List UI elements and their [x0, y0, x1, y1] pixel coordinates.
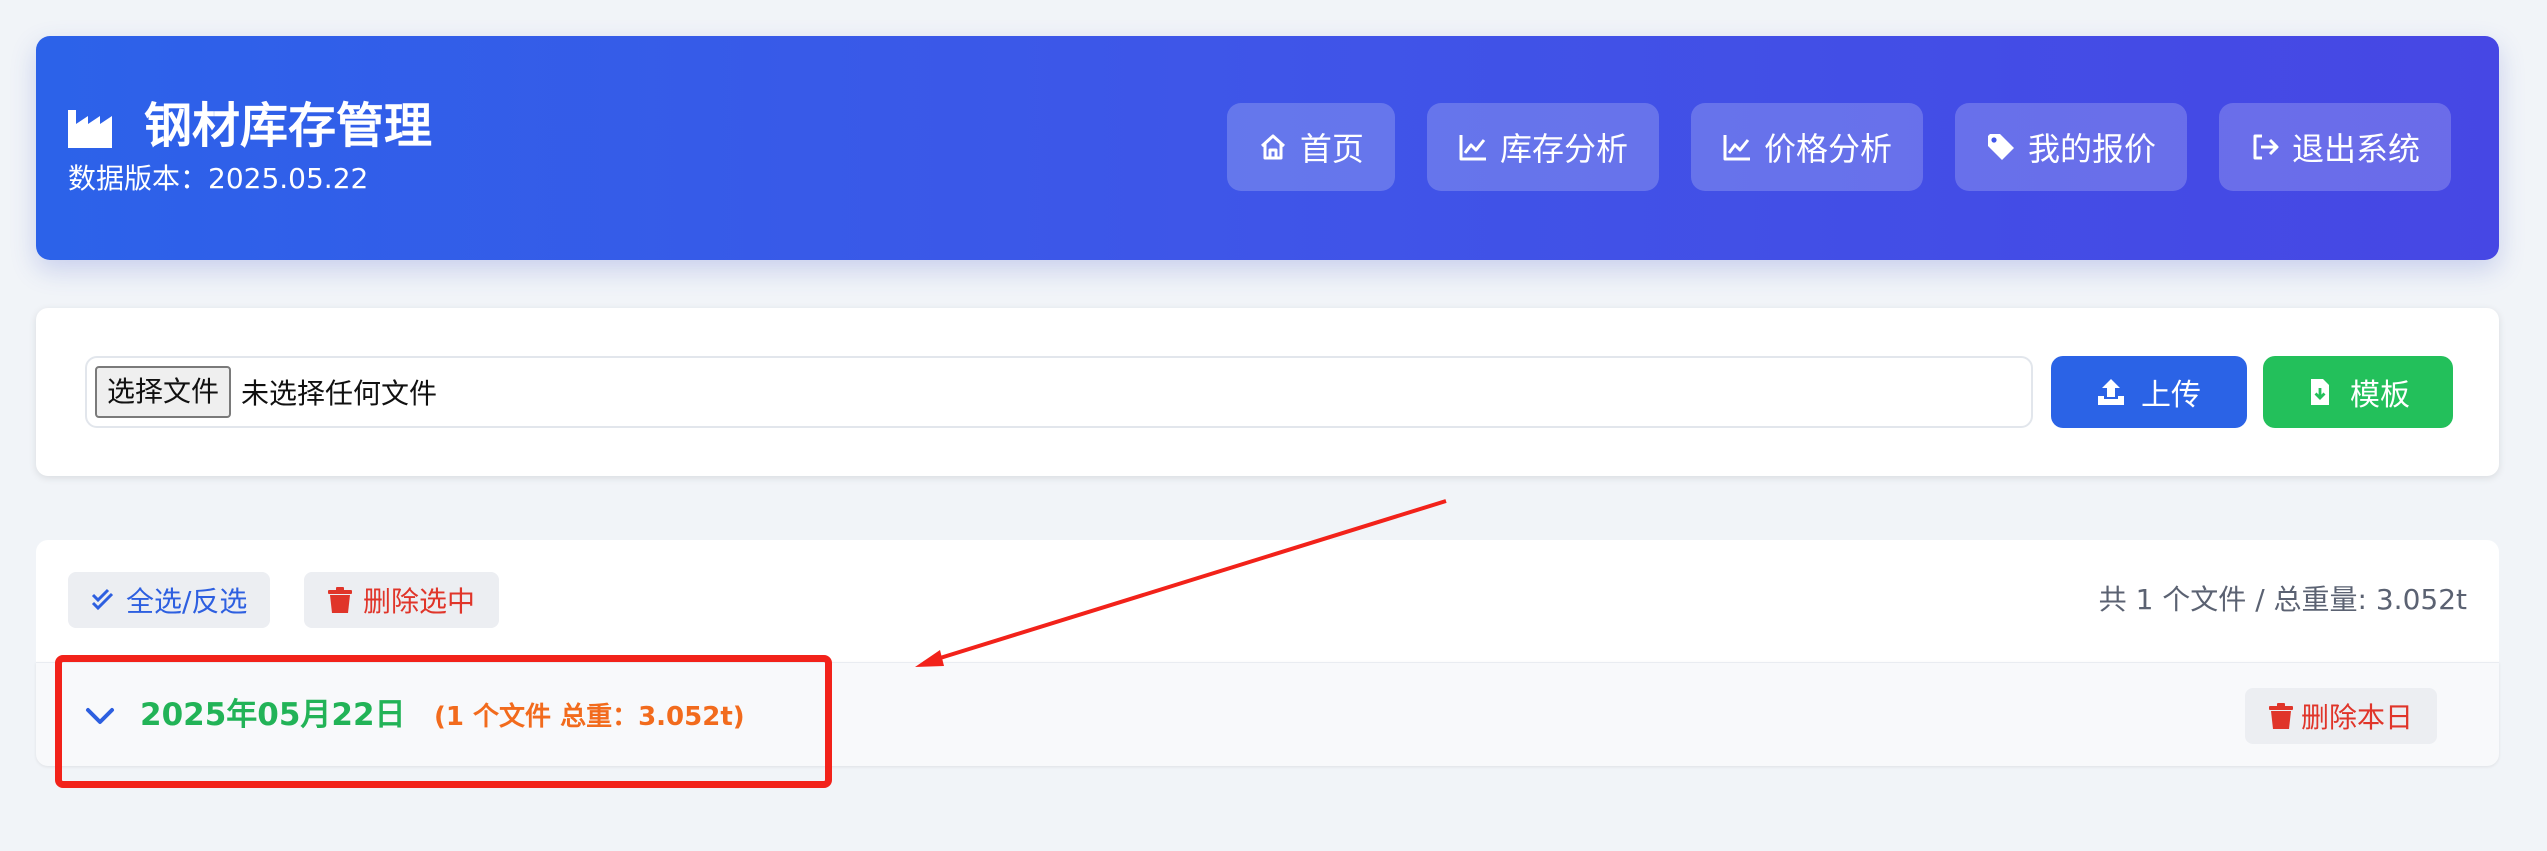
delete-day-label: 删除本日	[2300, 701, 2413, 734]
trash-icon	[2268, 703, 2293, 729]
app-title: 钢材库存管理	[144, 98, 433, 154]
trash-icon	[328, 587, 352, 613]
annotation-arrow	[915, 499, 1447, 667]
factory-icon	[68, 110, 112, 148]
upload-button[interactable]: 上传	[2051, 356, 2247, 428]
line-chart-icon	[1723, 135, 1750, 161]
home-icon	[1260, 134, 1285, 160]
double-check-icon	[91, 588, 114, 611]
brand: 钢材库存管理 数据版本：2025.05.22	[68, 96, 432, 198]
upload-label: 上传	[2141, 378, 2201, 413]
upload-icon	[2098, 379, 2124, 405]
top-nav: 首页 库存分析 价格分析 我的报价 退出系统	[1226, 103, 2451, 191]
nav-inventory-analysis-label: 库存分析	[1499, 130, 1628, 168]
data-version: 数据版本：2025.05.22	[68, 162, 369, 195]
file-input[interactable]: 选择文件 未选择任何文件	[85, 356, 2033, 428]
app-header: 钢材库存管理 数据版本：2025.05.22 首页 库存分析 价格分析 我的报价…	[36, 36, 2499, 260]
nav-logout-label: 退出系统	[2291, 130, 2420, 168]
nav-inventory-analysis-button[interactable]: 库存分析	[1426, 103, 1659, 191]
nav-my-quotes-label: 我的报价	[2027, 130, 2156, 168]
nav-price-analysis-label: 价格分析	[1763, 130, 1892, 168]
upload-panel: 选择文件 未选择任何文件 上传 模板	[36, 308, 2499, 476]
delete-day-button[interactable]: 删除本日	[2245, 688, 2437, 744]
nav-home-button[interactable]: 首页	[1226, 103, 1395, 191]
nav-my-quotes-button[interactable]: 我的报价	[1954, 103, 2187, 191]
select-all-label: 全选/反选	[126, 585, 248, 618]
sign-out-icon	[2253, 134, 2279, 160]
template-button[interactable]: 模板	[2263, 356, 2453, 428]
file-download-icon	[2311, 379, 2329, 405]
nav-price-analysis-button[interactable]: 价格分析	[1690, 103, 1923, 191]
choose-file-button[interactable]: 选择文件	[95, 366, 232, 418]
select-all-button[interactable]: 全选/反选	[68, 572, 271, 628]
file-status: 未选择任何文件	[241, 377, 438, 410]
template-label: 模板	[2350, 378, 2410, 413]
brand-row: 钢材库存管理	[68, 96, 432, 156]
file-summary: 共 1 个文件 / 总重量: 3.052t	[2098, 583, 2467, 616]
delete-selected-label: 删除选中	[363, 585, 476, 618]
line-chart-icon	[1459, 135, 1486, 161]
delete-selected-button[interactable]: 删除选中	[304, 572, 500, 628]
nav-home-label: 首页	[1299, 130, 1364, 168]
nav-logout-button[interactable]: 退出系统	[2218, 103, 2451, 191]
annotation-highlight-box	[55, 655, 832, 788]
tag-icon	[1987, 134, 2014, 160]
